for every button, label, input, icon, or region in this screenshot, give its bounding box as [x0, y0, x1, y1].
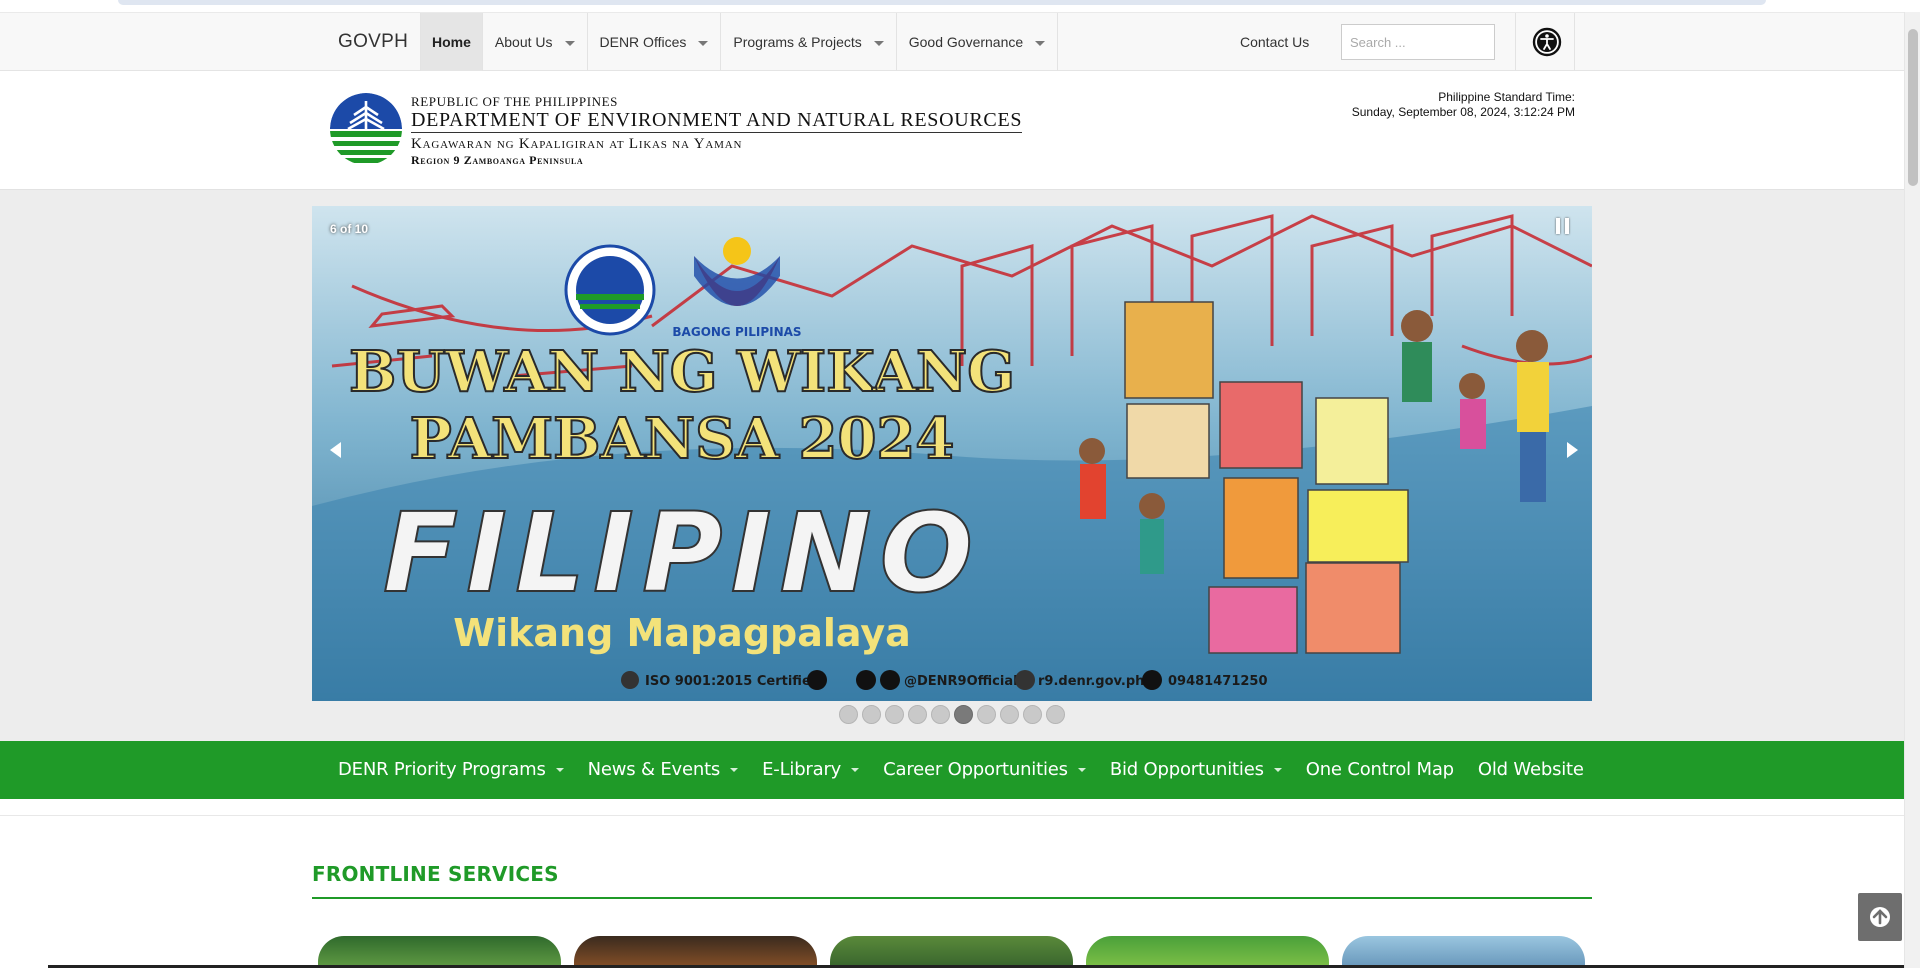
nav-item-about-us[interactable]: About Us — [483, 13, 588, 71]
accessibility-button[interactable] — [1515, 13, 1575, 71]
caret-down-icon — [1273, 768, 1282, 772]
govph-top-bar: GOVPH Home About Us DENR Offices Program… — [0, 12, 1904, 71]
carousel-dot[interactable] — [885, 705, 904, 724]
carousel-slide[interactable]: BAGONG PILIPINAS BUWAN NG WIKANG PAMBANS… — [312, 206, 1592, 701]
section-divider — [0, 815, 1904, 816]
service-card[interactable] — [574, 936, 817, 968]
nav-item-denr-offices[interactable]: DENR Offices — [588, 13, 722, 71]
carousel-dot-active[interactable] — [954, 705, 973, 724]
nav-item-label: Good Governance — [908, 34, 1024, 50]
nav-item-label: News & Events — [587, 759, 721, 780]
caret-down-icon — [730, 768, 739, 772]
philippine-standard-time: Philippine Standard Time: Sunday, Septem… — [1352, 90, 1575, 120]
pause-icon — [1556, 218, 1560, 234]
carousel-dot[interactable] — [931, 705, 950, 724]
pause-button[interactable] — [1556, 218, 1570, 234]
page-scrollbar[interactable] — [1904, 12, 1920, 968]
nav-item-e-library[interactable]: E-Library — [750, 741, 871, 799]
partner-logo-text: BAGONG PILIPINAS — [672, 325, 801, 339]
search-input[interactable] — [1341, 24, 1495, 60]
caret-down-icon — [851, 768, 860, 772]
slide-banner-image: BAGONG PILIPINAS BUWAN NG WIKANG PAMBANS… — [312, 206, 1592, 701]
banner-headline-2: PAMBANSA 2024 — [410, 406, 955, 472]
banner-footer-website: r9.denr.gov.ph — [1038, 674, 1144, 689]
carousel-dot[interactable] — [908, 705, 927, 724]
previous-slide-arrow-icon[interactable] — [330, 442, 341, 458]
caret-down-icon — [873, 40, 884, 46]
next-slide-arrow-icon[interactable] — [1567, 442, 1578, 458]
department-filipino-name: Kagawaran ng Kapaligiran at Likas na Yam… — [411, 136, 743, 152]
govph-bar-inner: GOVPH Home About Us DENR Offices Program… — [325, 13, 1580, 71]
caret-down-icon — [1077, 768, 1086, 772]
caret-down-icon — [564, 40, 575, 46]
department-name: Department of Environment and Natural Re… — [411, 109, 1023, 133]
nav-item-label: Bid Opportunities — [1109, 759, 1264, 780]
accessibility-icon — [1532, 27, 1562, 57]
scroll-to-top-button[interactable] — [1858, 893, 1902, 941]
caret-down-icon — [698, 40, 709, 46]
nav-item-label: DENR Priority Programs — [338, 759, 546, 780]
nav-item-old-website[interactable]: Old Website — [1466, 741, 1596, 799]
agency-title-block: Republic of the Philippines Department o… — [411, 94, 1023, 167]
nav-item-home[interactable]: Home — [420, 13, 483, 71]
frontline-heading-rule — [312, 897, 1592, 899]
carousel-dot[interactable] — [1000, 705, 1019, 724]
nav-item-good-governance[interactable]: Good Governance — [897, 13, 1059, 71]
main-green-nav: DENR Priority Programs News & Events E-L… — [0, 741, 1904, 799]
caret-down-icon — [1035, 40, 1046, 46]
nav-item-label: About Us — [494, 34, 553, 50]
nav-item-label: DENR Offices — [599, 34, 687, 50]
banner-headline-3: FILIPINO — [383, 489, 981, 617]
banner-footer-handle: @DENR9Official — [904, 674, 1018, 689]
carousel-dot[interactable] — [839, 705, 858, 724]
caret-down-icon — [555, 768, 564, 772]
nav-item-one-control-map[interactable]: One Control Map — [1294, 741, 1466, 799]
denr-logo[interactable] — [330, 93, 402, 165]
pst-value: Sunday, September 08, 2024, 3:12:24 PM — [1351, 105, 1575, 119]
carousel-pager — [839, 705, 1065, 724]
nav-item-news-events[interactable]: News & Events — [576, 741, 750, 799]
service-card[interactable] — [318, 936, 561, 968]
govph-brand-link[interactable]: GOVPH — [338, 13, 408, 71]
nav-item-label: Programs & Projects — [733, 34, 862, 50]
frontline-services-heading: FRONTLINE SERVICES — [312, 862, 559, 886]
nav-item-label: One Control Map — [1305, 759, 1454, 780]
site-header: Republic of the Philippines Department o… — [0, 71, 1904, 190]
republic-line: Republic of the Philippines — [411, 94, 619, 109]
service-card[interactable] — [830, 936, 1073, 968]
carousel-dot[interactable] — [977, 705, 996, 724]
govph-nav-list: Home About Us DENR Offices Programs & Pr… — [420, 13, 1059, 71]
carousel-dot[interactable] — [1023, 705, 1042, 724]
slide-counter: 6 of 10 — [330, 222, 369, 236]
nav-item-label: Old Website — [1477, 759, 1584, 780]
nav-item-label: E-Library — [762, 759, 842, 780]
arrow-up-circle-icon — [1870, 907, 1890, 927]
green-nav-list: DENR Priority Programs News & Events E-L… — [326, 741, 1596, 799]
nav-item-denr-priority-programs[interactable]: DENR Priority Programs — [326, 741, 576, 799]
banner-tagline: Wikang Mapagpalaya — [453, 611, 911, 655]
banner-headline-1: BUWAN NG WIKANG — [349, 339, 1015, 405]
pause-icon-bar — [1565, 218, 1569, 234]
banner-footer-iso: ISO 9001:2015 Certified — [645, 674, 820, 689]
service-card[interactable] — [1086, 936, 1329, 968]
pst-label: Philippine Standard Time: — [1438, 90, 1575, 104]
nav-item-bid-opportunities[interactable]: Bid Opportunities — [1098, 741, 1294, 799]
carousel-dot[interactable] — [1046, 705, 1065, 724]
scrollbar-thumb[interactable] — [1908, 29, 1918, 186]
nav-item-programs-projects[interactable]: Programs & Projects — [721, 13, 897, 71]
carousel-dot[interactable] — [862, 705, 881, 724]
nav-item-career-opportunities[interactable]: Career Opportunities — [871, 741, 1098, 799]
service-card[interactable] — [1342, 936, 1585, 968]
region-name: Region 9 Zamboanga Peninsula — [411, 153, 584, 167]
nav-item-label: Home — [432, 34, 471, 50]
banner-footer-phone: 09481471250 — [1168, 674, 1268, 689]
nav-item-label: Career Opportunities — [883, 759, 1068, 780]
browser-top-sliver — [118, 0, 1766, 5]
contact-us-link[interactable]: Contact Us — [1240, 13, 1309, 71]
